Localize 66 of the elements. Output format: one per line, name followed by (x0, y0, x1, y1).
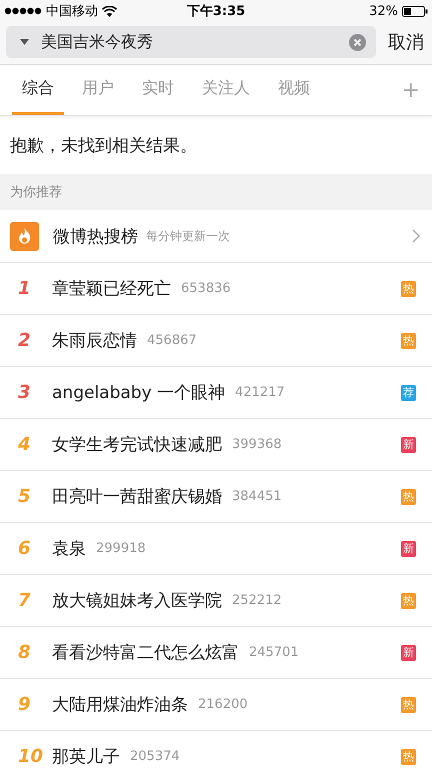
battery-icon (402, 6, 428, 16)
status-time: 下午3:35 (186, 3, 246, 20)
search-count: 216200 (198, 697, 248, 712)
rank-number: 7 (18, 590, 32, 611)
rank-number: 4 (18, 434, 32, 455)
trend-title: 那英儿子 (52, 746, 120, 768)
trend-title: 大陆用煤油炸油条 (52, 694, 188, 716)
section-header: 为你推荐 (0, 174, 432, 210)
trend-row[interactable]: 9 大陆用煤油炸油条 216200 热 (0, 679, 432, 731)
trend-badge: 热 (401, 696, 416, 712)
trend-badge: 热 (401, 748, 416, 764)
battery-percent: 32% (369, 4, 398, 18)
chevron-right-icon (412, 229, 420, 243)
trend-badge: 新 (401, 644, 416, 660)
trend-title: 朱雨辰恋情 (52, 330, 137, 352)
flame-icon (10, 222, 39, 250)
rank-number: 8 (18, 642, 32, 663)
trend-row[interactable]: 2 朱雨辰恋情 456867 热 (0, 315, 432, 367)
trend-row[interactable]: 1 章莹颖已经死亡 653836 热 (0, 263, 432, 315)
wifi-icon (102, 6, 117, 16)
trend-title: 放大镜姐妹考入医学院 (52, 590, 222, 612)
rank-number: 1 (18, 278, 32, 299)
hot-list-row[interactable]: 微博热搜榜 每分钟更新一次 (0, 210, 432, 263)
trend-badge: 新 (401, 540, 416, 556)
search-count: 252212 (232, 593, 282, 608)
trend-row[interactable]: 7 放大镜姐妹考入医学院 252212 热 (0, 575, 432, 627)
search-count: 456867 (147, 333, 197, 348)
trend-badge: 新 (401, 436, 416, 452)
trend-row[interactable]: 10 那英儿子 205374 热 (0, 731, 432, 778)
rank-number: 6 (18, 538, 32, 559)
trend-title: 章莹颖已经死亡 (52, 278, 171, 300)
no-results-message: 抱歉，未找到相关结果。 (9, 134, 198, 158)
clear-icon[interactable] (349, 34, 366, 50)
search-count: 384451 (232, 489, 282, 504)
trend-row[interactable]: 6 袁泉 299918 新 (0, 523, 432, 575)
trend-row[interactable]: 5 田亮叶一茜甜蜜庆锡婚 384451 热 (0, 471, 432, 523)
rank-number: 5 (18, 486, 32, 507)
cancel-button[interactable]: 取消 (386, 30, 426, 54)
trend-row[interactable]: 4 女学生考完试快速减肥 399368 新 (0, 419, 432, 471)
search-count: 299918 (96, 541, 146, 556)
search-count: 245701 (249, 645, 299, 660)
trend-badge: 热 (401, 488, 416, 504)
signal-icon (4, 7, 42, 15)
rank-number: 10 (18, 746, 44, 767)
trend-title: 袁泉 (52, 538, 86, 560)
search-field[interactable]: 美国吉米今夜秀 (6, 26, 376, 58)
search-count: 421217 (235, 385, 285, 400)
search-count: 399368 (232, 437, 282, 452)
trend-badge: 热 (401, 332, 416, 348)
trend-badge: 热 (401, 280, 416, 296)
trend-badge: 热 (401, 592, 416, 608)
search-count: 205374 (130, 749, 180, 764)
trend-row[interactable]: 3 angelababy 一个眼神 421217 荐 (0, 367, 432, 419)
rank-number: 2 (18, 330, 32, 351)
trend-title: 田亮叶一茜甜蜜庆锡婚 (52, 486, 222, 508)
search-count: 653836 (181, 281, 231, 296)
trend-badge: 荐 (401, 384, 416, 400)
trend-title: angelababy 一个眼神 (52, 382, 226, 404)
rank-number: 9 (18, 694, 32, 715)
trend-title: 女学生考完试快速减肥 (52, 434, 222, 456)
tab[interactable]: 综合 (12, 65, 64, 115)
trend-title: 看看沙特富二代怎么炫富 (52, 642, 239, 664)
trend-row[interactable]: 8 看看沙特富二代怎么炫富 245701 新 (0, 627, 432, 679)
carrier-name: 中国移动 (46, 3, 98, 20)
dropdown-icon[interactable] (20, 39, 29, 45)
rank-number: 3 (18, 382, 32, 403)
